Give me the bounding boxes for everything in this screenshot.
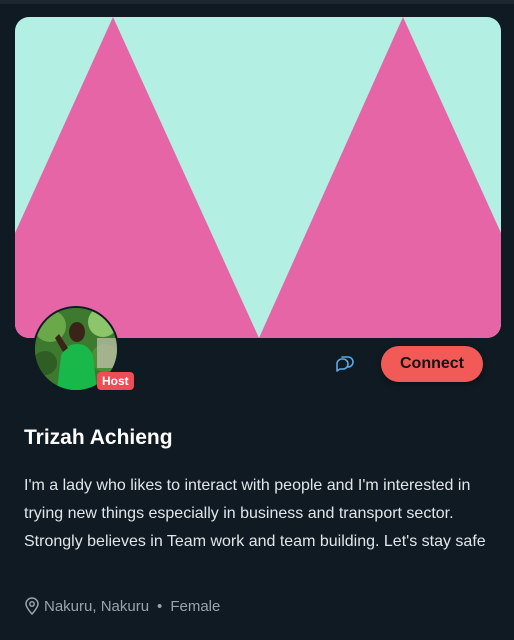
map-pin-icon xyxy=(25,597,39,615)
profile-name: Trizah Achieng xyxy=(24,426,173,449)
banner-pattern xyxy=(15,17,501,338)
avatar-container[interactable]: Host xyxy=(33,306,134,392)
host-badge: Host xyxy=(97,372,134,390)
profile-bio: I'm a lady who likes to interact with pe… xyxy=(24,477,486,550)
connect-button[interactable]: Connect xyxy=(381,346,483,382)
meta-separator: • xyxy=(157,597,163,615)
chat-bubbles-icon[interactable] xyxy=(333,352,357,376)
profile-card: Host Connect Trizah Achieng I'm a lady w… xyxy=(0,0,514,640)
profile-location: Nakuru, Nakuru xyxy=(44,597,150,615)
profile-banner xyxy=(15,17,501,338)
top-strip xyxy=(0,0,514,4)
profile-gender: Female xyxy=(170,597,221,615)
profile-meta: Nakuru, Nakuru • Female xyxy=(24,597,220,615)
